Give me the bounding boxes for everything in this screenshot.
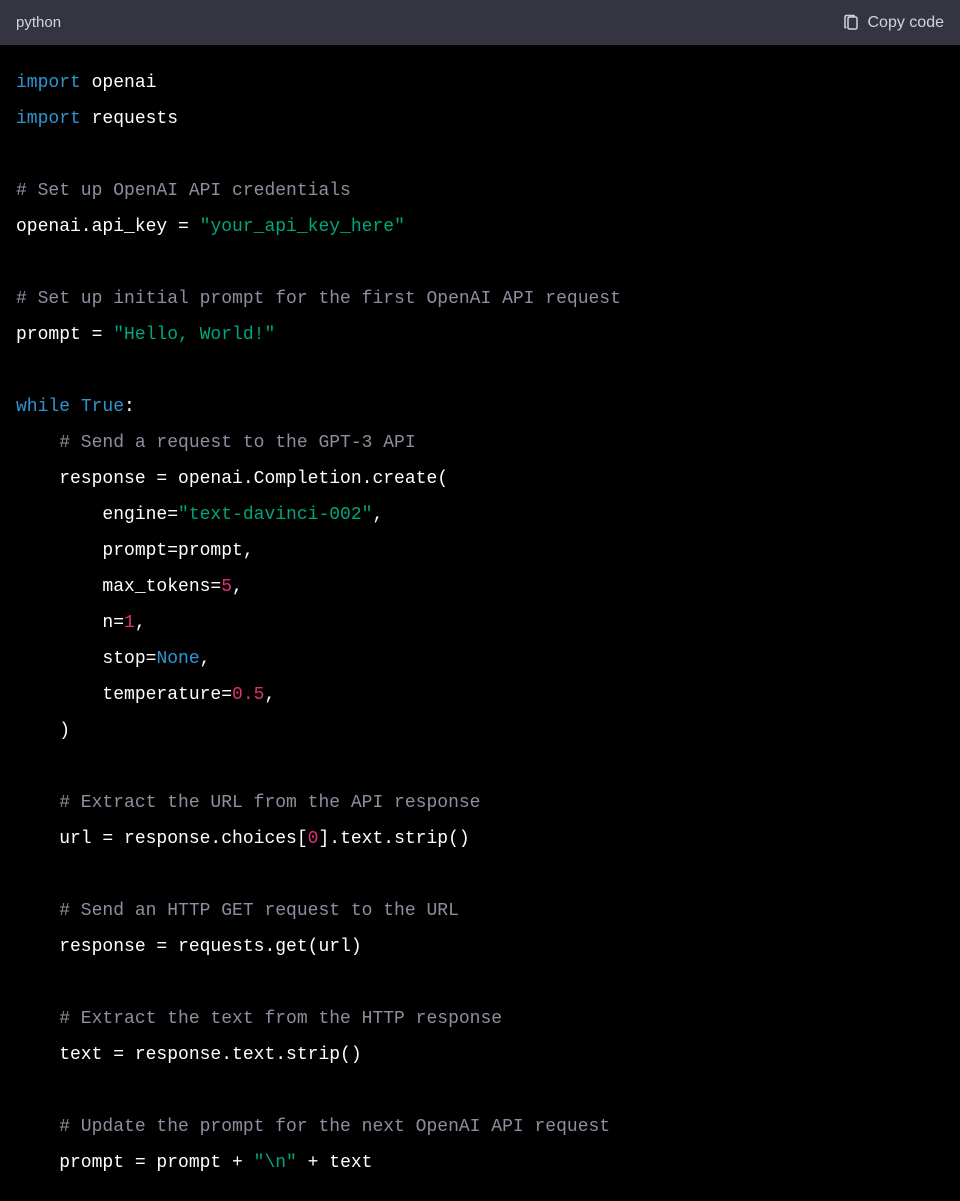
code-token: temperature= xyxy=(16,685,232,705)
language-label: python xyxy=(16,14,61,31)
code-token: import xyxy=(16,73,81,93)
code-token: , xyxy=(232,577,243,597)
code-token: openai xyxy=(81,73,157,93)
code-comment: # Set up OpenAI API credentials xyxy=(16,181,351,201)
code-token: , xyxy=(264,685,275,705)
code-token: while xyxy=(16,397,70,417)
code-number: 1 xyxy=(124,613,135,633)
code-number: 0 xyxy=(308,829,319,849)
code-token: : xyxy=(124,397,135,417)
copy-code-button[interactable]: Copy code xyxy=(842,14,945,32)
code-token: + text xyxy=(297,1153,373,1173)
code-comment: # Update the prompt for the next OpenAI … xyxy=(16,1117,610,1137)
code-comment: # Extract the URL from the API response xyxy=(16,793,480,813)
code-token: prompt = prompt + xyxy=(16,1153,254,1173)
code-content: import openai import requests # Set up O… xyxy=(0,45,960,1201)
code-token: ].text.strip() xyxy=(318,829,469,849)
code-token: response = openai.Completion.create( xyxy=(16,469,448,489)
code-token: max_tokens= xyxy=(16,577,221,597)
code-number: 0.5 xyxy=(232,685,264,705)
code-token: stop= xyxy=(16,649,156,669)
code-token: import xyxy=(16,109,81,129)
code-token: prompt=prompt, xyxy=(16,541,254,561)
code-string: "\n" xyxy=(254,1153,297,1173)
code-token: , xyxy=(200,649,211,669)
code-token: ) xyxy=(16,721,70,741)
code-token: None xyxy=(156,649,199,669)
code-comment: # Set up initial prompt for the first Op… xyxy=(16,289,621,309)
code-token: text = response.text.strip() xyxy=(16,1045,362,1065)
code-string: "Hello, World!" xyxy=(113,325,275,345)
code-block-header: python Copy code xyxy=(0,0,960,45)
code-token: engine= xyxy=(16,505,178,525)
code-token: , xyxy=(372,505,383,525)
code-comment: # Send a request to the GPT-3 API xyxy=(16,433,416,453)
code-number: 5 xyxy=(221,577,232,597)
code-token: prompt = xyxy=(16,325,113,345)
code-string: "text-davinci-002" xyxy=(178,505,372,525)
code-token: n= xyxy=(16,613,124,633)
code-string: "your_api_key_here" xyxy=(200,217,405,237)
code-token: True xyxy=(70,397,124,417)
clipboard-icon xyxy=(842,14,860,32)
code-token: openai.api_key = xyxy=(16,217,200,237)
code-comment: # Send an HTTP GET request to the URL xyxy=(16,901,459,921)
code-token: , xyxy=(135,613,146,633)
code-token: response = requests.get(url) xyxy=(16,937,362,957)
code-token: requests xyxy=(81,109,178,129)
code-token: url = response.choices[ xyxy=(16,829,308,849)
copy-code-label: Copy code xyxy=(868,14,945,32)
code-comment: # Extract the text from the HTTP respons… xyxy=(16,1009,502,1029)
